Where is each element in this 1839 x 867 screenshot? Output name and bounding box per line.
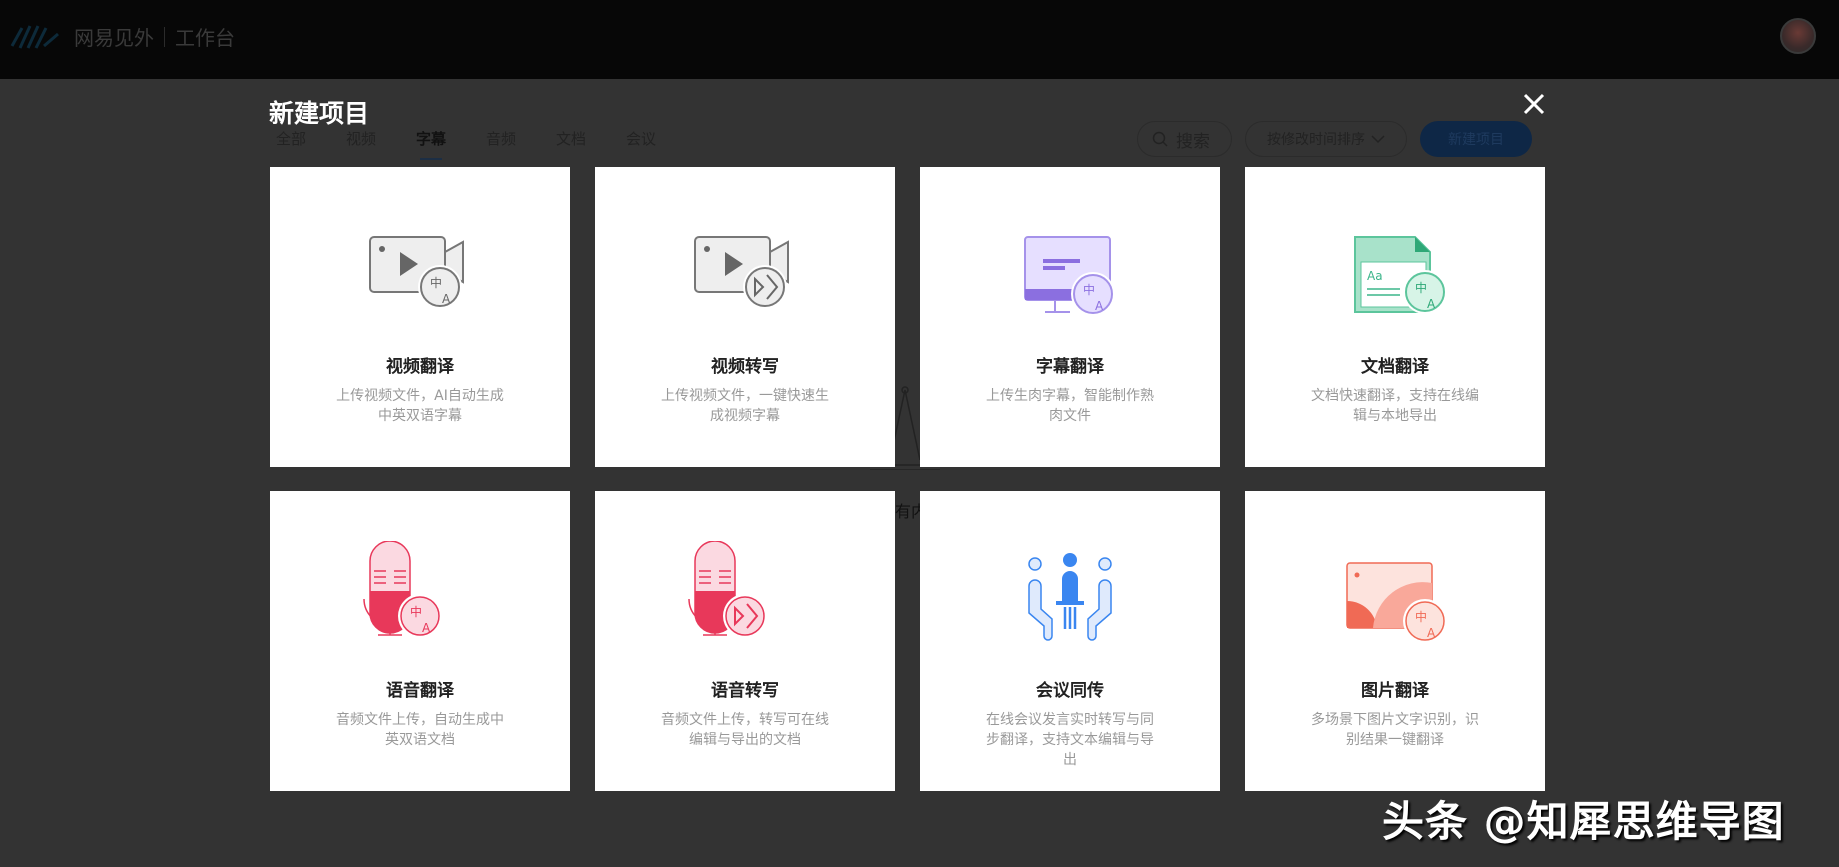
tab-all[interactable]: 全部 — [256, 128, 326, 160]
video-transcribe-icon — [694, 236, 789, 309]
close-icon[interactable] — [1520, 90, 1548, 118]
watermark: 头条 @知犀思维导图 — [1382, 797, 1785, 846]
audio-transcribe-icon — [688, 541, 767, 638]
video-translate-icon: 中A — [369, 236, 464, 309]
card-description: 音频文件上传，转写可在线编辑与导出的文档 — [661, 712, 829, 748]
svg-text:A: A — [422, 621, 431, 635]
svg-text:Aa: Aa — [1367, 269, 1383, 283]
category-tabs: 全部 视频 字幕 音频 文档 会议 — [256, 128, 676, 160]
subtitle-translate-icon: 中A — [1024, 236, 1115, 316]
document-translate-icon: Aa 中A — [1354, 236, 1447, 314]
tab-video[interactable]: 视频 — [326, 128, 396, 160]
card-image-translate[interactable]: 中A 图片翻译 多场景下图片文字识别，识别结果一键翻译 — [1245, 491, 1545, 791]
card-title: 语音转写 — [711, 681, 779, 701]
card-description: 音频文件上传，自动生成中英双语文档 — [336, 712, 504, 748]
top-bar: 网易见外 工作台 — [0, 0, 1839, 79]
section-name: 工作台 — [175, 26, 235, 50]
card-title: 会议同传 — [1036, 681, 1104, 701]
logo-icon — [10, 24, 59, 49]
divider — [164, 26, 165, 47]
tab-subtitle[interactable]: 字幕 — [396, 128, 466, 160]
search-icon — [1152, 131, 1168, 147]
svg-text:A: A — [442, 292, 451, 306]
svg-text:A: A — [1427, 297, 1436, 311]
svg-text:A: A — [1095, 299, 1104, 313]
brand-logo[interactable]: 网易见外 工作台 — [8, 22, 235, 51]
card-title: 文档翻译 — [1361, 357, 1429, 377]
avatar[interactable] — [1780, 18, 1816, 54]
card-video-translate[interactable]: 中A 视频翻译 上传视频文件，AI自动生成中英双语字幕 — [270, 167, 570, 467]
card-audio-transcribe[interactable]: 语音转写 音频文件上传，转写可在线编辑与导出的文档 — [595, 491, 895, 791]
card-audio-translate[interactable]: 中A 语音翻译 音频文件上传，自动生成中英双语文档 — [270, 491, 570, 791]
sort-label: 按修改时间排序 — [1267, 132, 1365, 148]
search-placeholder: 搜索 — [1176, 131, 1210, 152]
new-project-button[interactable]: 新建项目 — [1420, 121, 1532, 157]
card-video-transcribe[interactable]: 视频转写 上传视频文件，一键快速生成视频字幕 — [595, 167, 895, 467]
svg-text:中: 中 — [410, 604, 422, 619]
card-subtitle-translate[interactable]: 中A 字幕翻译 上传生肉字幕，智能制作熟肉文件 — [920, 167, 1220, 467]
card-description: 上传生肉字幕，智能制作熟肉文件 — [986, 388, 1154, 424]
card-meeting[interactable]: 会议同传 在线会议发言实时转写与同步翻译，支持文本编辑与导出 — [920, 491, 1220, 791]
tab-meeting[interactable]: 会议 — [606, 128, 676, 160]
card-title: 视频转写 — [711, 357, 779, 377]
tab-document[interactable]: 文档 — [536, 128, 606, 160]
chevron-down-icon — [1371, 135, 1385, 144]
audio-translate-icon: 中A — [363, 541, 442, 638]
svg-text:中: 中 — [1083, 282, 1095, 297]
meeting-icon — [1028, 553, 1112, 641]
card-description: 文档快速翻译，支持在线编辑与本地导出 — [1311, 388, 1479, 424]
tab-audio[interactable]: 音频 — [466, 128, 536, 160]
sort-dropdown[interactable]: 按修改时间排序 — [1245, 121, 1407, 157]
svg-text:中: 中 — [1415, 280, 1427, 295]
card-description: 在线会议发言实时转写与同步翻译，支持文本编辑与导出 — [986, 712, 1154, 768]
image-translate-icon: 中A — [1346, 562, 1447, 643]
card-title: 字幕翻译 — [1036, 357, 1104, 377]
card-description: 上传视频文件，一键快速生成视频字幕 — [661, 388, 829, 424]
svg-text:中: 中 — [1415, 609, 1427, 624]
card-title: 图片翻译 — [1361, 681, 1429, 701]
card-description: 上传视频文件，AI自动生成中英双语字幕 — [336, 388, 504, 424]
modal-title: 新建项目 — [269, 99, 370, 128]
project-type-grid: 中A 视频翻译 上传视频文件，AI自动生成中英双语字幕 视频转写 上传视频文件，… — [270, 167, 1545, 791]
svg-text:A: A — [1427, 626, 1436, 640]
card-title: 视频翻译 — [386, 357, 454, 377]
svg-text:中: 中 — [430, 275, 442, 290]
brand-name: 网易见外 — [74, 26, 154, 50]
search-input[interactable]: 搜索 — [1137, 121, 1232, 157]
card-description: 多场景下图片文字识别，识别结果一键翻译 — [1311, 712, 1479, 748]
card-title: 语音翻译 — [386, 681, 454, 701]
card-document-translate[interactable]: Aa 中A 文档翻译 文档快速翻译，支持在线编辑与本地导出 — [1245, 167, 1545, 467]
